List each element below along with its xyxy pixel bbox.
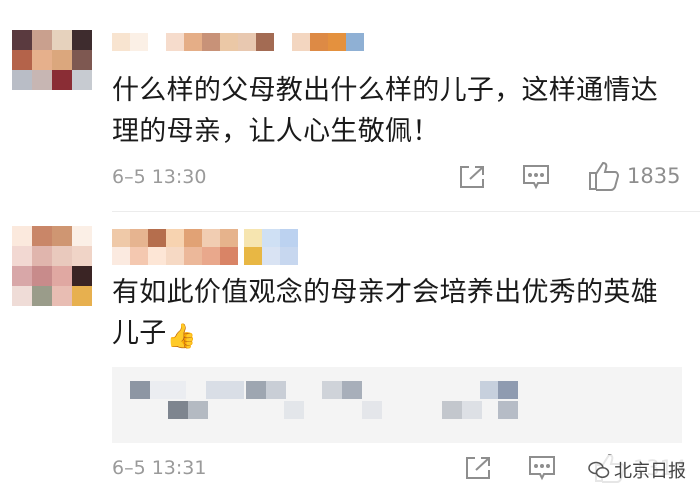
badge-blurred	[244, 229, 298, 265]
thumbs-up-icon	[589, 161, 620, 191]
like-count: 1835	[627, 164, 681, 188]
comment-item: 什么样的父母教出什么样的儿子，这样通情达理的母亲，让人心生敬佩！ 6–5 13:…	[0, 0, 700, 212]
thumbs-up-emoji-icon: 👍	[166, 322, 197, 350]
comment-icon[interactable]	[521, 163, 551, 191]
share-icon[interactable]	[457, 163, 487, 191]
avatar[interactable]	[12, 226, 92, 306]
comment-item: 有如此价值观念的母亲才会培养出优秀的英雄儿子👍 6–5 13:31	[0, 212, 700, 493]
comment-text: 什么样的父母教出什么样的儿子，这样通情达理的母亲，让人心生敬佩！	[112, 75, 658, 147]
comment-icon[interactable]	[527, 454, 557, 482]
watermark: 北京日报	[584, 455, 690, 485]
username-blurred[interactable]	[112, 229, 238, 247]
username-blurred[interactable]	[112, 33, 364, 51]
wechat-icon	[588, 461, 610, 479]
username-blurred-row2	[112, 247, 238, 265]
comment-text: 有如此价值观念的母亲才会培养出优秀的英雄儿子👍	[112, 272, 672, 357]
avatar[interactable]	[12, 30, 92, 90]
watermark-text: 北京日报	[614, 461, 686, 482]
reply-preview-blurred[interactable]	[112, 367, 682, 443]
share-icon[interactable]	[463, 454, 493, 482]
like-button[interactable]: 1835	[587, 160, 680, 192]
comment-timestamp: 6–5 13:31	[112, 457, 207, 479]
comment-timestamp: 6–5 13:30	[112, 166, 207, 188]
